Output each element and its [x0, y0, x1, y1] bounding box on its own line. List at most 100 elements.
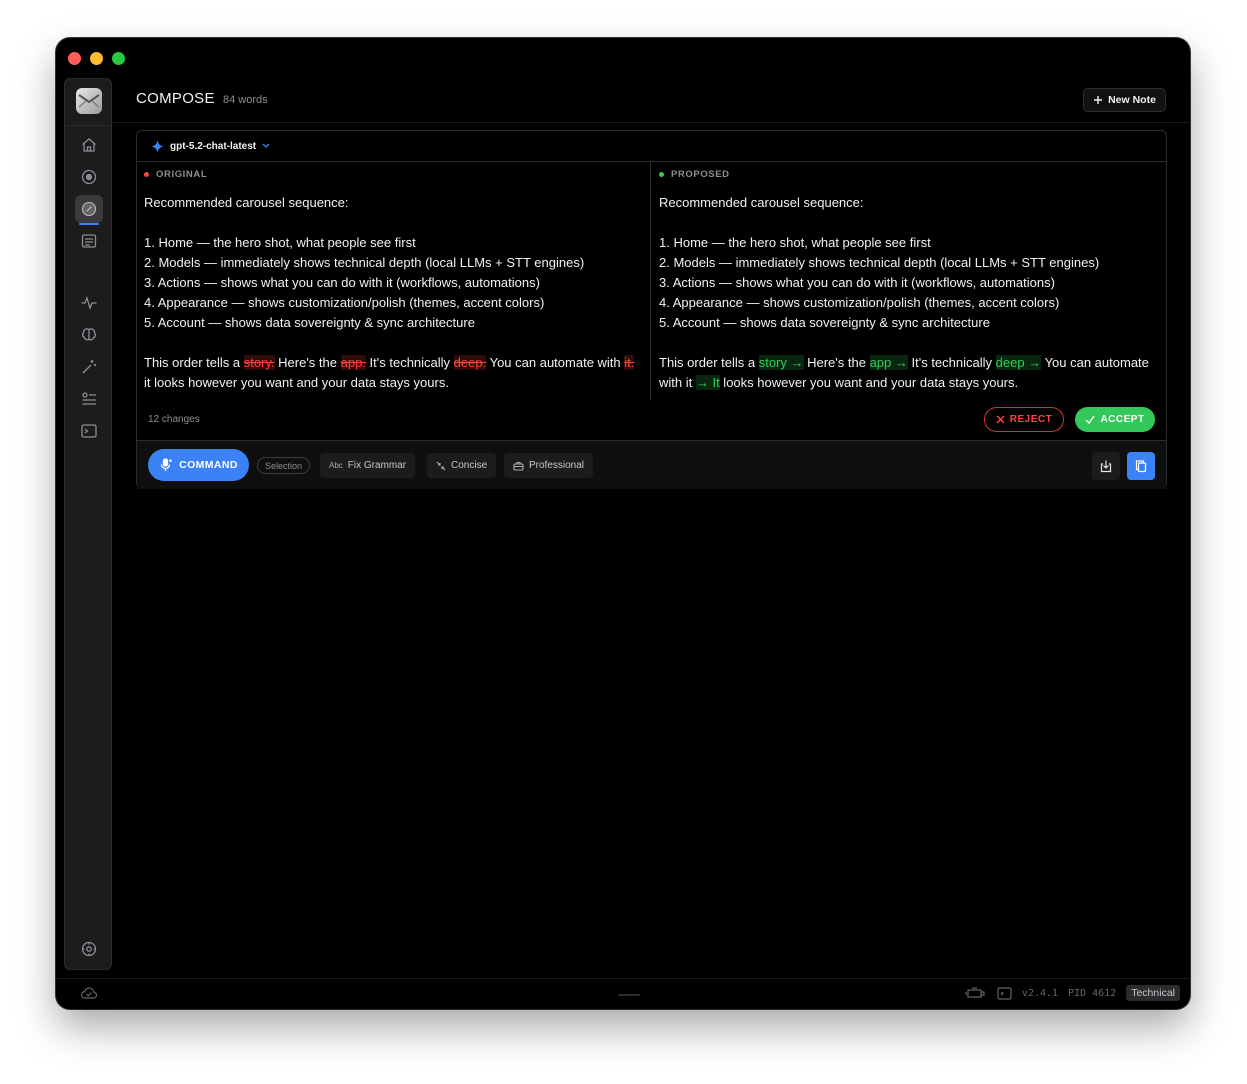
- page-title: COMPOSE: [136, 90, 215, 107]
- sidebar-item-notes[interactable]: [75, 227, 103, 255]
- cloud-check-icon: [80, 987, 98, 999]
- list-item: 3. Actions — shows what you can do with …: [659, 275, 1055, 290]
- professional-button[interactable]: Professional: [504, 453, 594, 478]
- original-text[interactable]: Recommended carousel sequence: 1. Home —…: [144, 193, 640, 393]
- terminal-icon[interactable]: [997, 986, 1012, 1000]
- text-segment: it looks however you want and your data …: [144, 375, 449, 390]
- record-icon: [81, 169, 97, 185]
- process-id: PID 4612: [1068, 987, 1117, 999]
- command-button[interactable]: COMMAND: [148, 449, 249, 481]
- sidebar: [64, 78, 112, 970]
- concise-label: Concise: [451, 460, 488, 471]
- close-icon: [996, 415, 1005, 424]
- checkmark-icon: [1085, 415, 1096, 424]
- text-segment: It's technically: [907, 355, 996, 370]
- insert-button[interactable]: [1092, 452, 1120, 480]
- original-heading-label: ORIGINAL: [156, 169, 208, 180]
- professional-label: Professional: [529, 460, 585, 471]
- text-segment: This order tells a: [659, 355, 759, 370]
- fix-grammar-label: Fix Grammar: [347, 460, 407, 471]
- list-item: 4. Appearance — shows customization/poli…: [659, 295, 1060, 310]
- diff-panel: gpt-5.2-chat-latest ORIGINAL Recommended…: [136, 130, 1167, 489]
- list-item: 1. Home — the hero shot, what people see…: [659, 235, 931, 250]
- home-icon: [82, 138, 96, 152]
- new-note-label: New Note: [1108, 94, 1156, 106]
- model-name: gpt-5.2-chat-latest: [170, 140, 257, 152]
- command-label: COMMAND: [179, 459, 238, 471]
- sidebar-item-terminal[interactable]: [75, 417, 103, 445]
- sidebar-item-settings[interactable]: [75, 935, 103, 963]
- copy-icon: [1135, 460, 1147, 473]
- model-selector[interactable]: gpt-5.2-chat-latest: [137, 131, 1166, 162]
- text-segment: Here's the: [274, 355, 341, 370]
- reject-label: REJECT: [1009, 414, 1053, 425]
- list-item: 2. Models — immediately shows technical …: [659, 255, 1100, 270]
- diff-paragraph: This order tells a story → Here's the ap…: [659, 353, 1156, 393]
- deleted-text: story.: [243, 355, 275, 370]
- inserted-text: deep →: [995, 355, 1042, 370]
- accept-label: ACCEPT: [1100, 414, 1145, 425]
- settings-icon: [81, 941, 97, 957]
- magic-wand-icon: [82, 360, 96, 374]
- text-line: Recommended carousel sequence:: [659, 195, 864, 210]
- minimize-window-button[interactable]: [90, 52, 103, 65]
- original-column: ORIGINAL Recommended carousel sequence: …: [137, 162, 651, 400]
- concise-button[interactable]: Concise: [427, 453, 497, 478]
- sidebar-item-brain[interactable]: [75, 321, 103, 349]
- close-window-button[interactable]: [68, 52, 81, 65]
- text-line: Recommended carousel sequence:: [144, 195, 349, 210]
- text-segment: You can automate with: [486, 355, 625, 370]
- word-count: 84 words: [223, 94, 268, 106]
- compress-icon: [436, 461, 446, 470]
- abc-icon: Abc: [329, 461, 343, 470]
- sidebar-item-compose[interactable]: [75, 195, 103, 225]
- deleted-text: it.: [624, 355, 635, 370]
- proposed-text[interactable]: Recommended carousel sequence: 1. Home —…: [659, 193, 1156, 393]
- fix-grammar-button[interactable]: Abc Fix Grammar: [320, 453, 416, 478]
- sidebar-item-activity[interactable]: [75, 289, 103, 317]
- proposed-heading-label: PROPOSED: [671, 169, 730, 180]
- accept-button[interactable]: ACCEPT: [1075, 407, 1155, 432]
- status-bar-divider: [56, 978, 1190, 979]
- header-divider: [112, 122, 1190, 123]
- mode-badge[interactable]: Technical: [1126, 985, 1180, 1001]
- list-item: 2. Models — immediately shows technical …: [144, 255, 585, 270]
- sidebar-item-record[interactable]: [75, 163, 103, 191]
- sidebar-item-magic[interactable]: [75, 353, 103, 381]
- text-segment: It's technically: [365, 355, 454, 370]
- sidebar-divider: [65, 125, 111, 126]
- sparkle-icon: [151, 139, 164, 153]
- activity-icon: [81, 296, 97, 310]
- copy-button[interactable]: [1127, 452, 1155, 480]
- diff-paragraph: This order tells a story. Here's the app…: [144, 353, 640, 393]
- engine-icon[interactable]: [965, 986, 987, 1000]
- inserted-text: story →: [758, 355, 804, 370]
- sync-status[interactable]: [80, 986, 98, 1005]
- app-version: v2.4.1: [1021, 987, 1059, 999]
- zoom-window-button[interactable]: [112, 52, 125, 65]
- proposed-indicator: [659, 172, 664, 177]
- microphone-icon: [160, 458, 172, 471]
- plus-icon: [1094, 96, 1103, 104]
- proposed-heading: PROPOSED: [659, 169, 730, 180]
- terminal-icon: [81, 424, 97, 438]
- sidebar-item-home[interactable]: [75, 131, 103, 159]
- brain-icon: [81, 328, 97, 341]
- app-logo[interactable]: [76, 88, 102, 114]
- deleted-text: app.: [340, 355, 366, 370]
- download-box-icon: [1100, 460, 1112, 473]
- selection-chip[interactable]: Selection: [257, 457, 311, 474]
- list-item: 5. Account — shows data sovereignty & sy…: [144, 315, 475, 330]
- list-item: 5. Account — shows data sovereignty & sy…: [659, 315, 990, 330]
- resize-handle[interactable]: [618, 994, 640, 996]
- compose-icon: [81, 201, 97, 217]
- new-note-button[interactable]: New Note: [1083, 88, 1166, 112]
- command-toolbar: COMMAND Selection Abc Fix Grammar Concis…: [137, 441, 1166, 489]
- reject-button[interactable]: REJECT: [984, 407, 1064, 432]
- sidebar-item-list-settings[interactable]: [75, 385, 103, 413]
- deleted-text: deep.: [453, 355, 487, 370]
- changes-count: 12 changes: [148, 414, 200, 425]
- text-segment: Here's the: [803, 355, 870, 370]
- chevron-down-icon: [262, 143, 270, 148]
